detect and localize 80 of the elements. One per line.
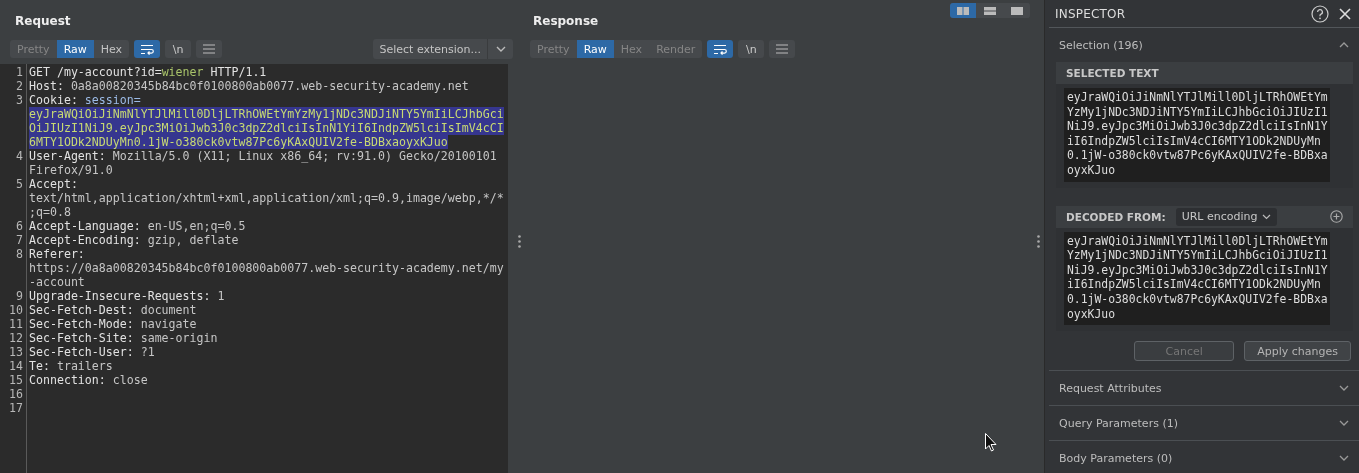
wrap-toggle-button[interactable] xyxy=(134,40,161,58)
line-number: 2 xyxy=(15,79,23,93)
line-number: 7 xyxy=(15,233,23,247)
line-number: 11 xyxy=(8,317,23,331)
code-line: -account xyxy=(29,275,86,289)
code-line: Upgrade-Insecure-Requests: 1 xyxy=(29,289,225,303)
code-line: Accept-Language: en-US,en;q=0.5 xyxy=(29,219,246,233)
line-number: 15 xyxy=(8,373,23,387)
square-icon xyxy=(1011,6,1023,15)
code-line: Connection: close xyxy=(29,373,148,387)
line-number: 14 xyxy=(8,359,23,373)
panel-title: INSPECTOR xyxy=(1055,6,1127,21)
code-line: Accept: xyxy=(29,177,79,191)
code-line: User-Agent: Mozilla/5.0 (X11; Linux x86_64; rv:91.0) Gecko/20100101 xyxy=(29,149,497,163)
newline-toggle-button[interactable]: \n xyxy=(738,40,765,58)
line-number: 17 xyxy=(8,401,23,415)
code-line: text/html,application/xhtml+xml,application/xml;q=0.9,image/webp,*/* xyxy=(29,191,504,205)
line-number: 16 xyxy=(8,387,23,401)
section-header[interactable]: Request Attributes xyxy=(1049,370,1359,406)
view-tab[interactable]: Hex xyxy=(93,40,130,58)
pane-title: Request xyxy=(14,13,72,28)
code-line: ;q=0.8 xyxy=(29,205,72,219)
code-line: Sec-Fetch-Dest: document xyxy=(29,303,197,317)
menu-button[interactable] xyxy=(769,40,796,58)
line-number: 5 xyxy=(15,177,23,191)
rows-icon xyxy=(984,6,996,15)
menu-icon xyxy=(203,44,216,54)
line-number: 6 xyxy=(15,219,23,233)
code-line: Sec-Fetch-Mode: navigate xyxy=(29,317,197,331)
section-header[interactable]: Query Parameters (1) xyxy=(1049,405,1359,441)
line-number: 8 xyxy=(15,247,23,261)
chevron-icon xyxy=(1339,385,1349,392)
code-line: GET /my-account?id=wiener HTTP/1.1 xyxy=(29,65,267,79)
caret-icon xyxy=(495,46,506,52)
chevron-icon xyxy=(1339,42,1349,48)
menu-icon xyxy=(776,44,789,54)
add-icon[interactable] xyxy=(1330,210,1343,224)
chevron-icon xyxy=(1339,420,1349,427)
wrap-icon xyxy=(140,43,155,55)
line-number: 9 xyxy=(15,289,23,303)
line-number: 1 xyxy=(15,65,23,79)
code-line: Sec-Fetch-User: ?1 xyxy=(29,345,155,359)
selected-text-box: eyJraWQiOiJiNmNlYTJlMill0DljLTRhOWEtYmYzMy1jNDc3NDJiNTY5YmIiLCJhbGciOiJIUzI1NiJ9.eyJpc3MiOiJwb3J0c3dpZ2dlciIsInN1YiI6IndpZW5lciIsImV4cCI6MTY1ODk2NDUyMn0.1jW-o380ck0vtw87Pc6yKAxQUIV2fe-BDBxaoyxKJuo xyxy=(1064,88,1330,182)
card-heading: SELECTED TEXT xyxy=(1066,67,1159,79)
decoded-text-box[interactable]: eyJraWQiOiJiNmNlYTJlMill0DljLTRhOWEtYmYzMy1jNDc3NDJiNTY5YmIiLCJhbGciOiJIUzI1NiJ9.eyJpc3MiOiJwb3J0c3dpZ2dlciIsInN1YiI6IndpZW5lciIsImV4cCI6MTY1ODk2NDUyMn0.1jW-o380ck0vtw87Pc6yKAxQUIV2fe-BDBxaoyxKJuo xyxy=(1064,231,1330,326)
line-number: 12 xyxy=(8,331,23,345)
drag-handle-icon[interactable] xyxy=(517,235,521,248)
line-number: 10 xyxy=(8,303,23,317)
drag-handle-icon[interactable] xyxy=(1036,235,1040,248)
apply-button[interactable]: Apply changes xyxy=(1244,341,1351,362)
code-line: Te: trailers xyxy=(29,359,113,373)
code-line: Sec-Fetch-Site: same-origin xyxy=(29,331,218,345)
help-icon[interactable] xyxy=(1311,4,1329,23)
view-tab[interactable]: Raw xyxy=(576,40,614,58)
wrap-icon xyxy=(713,43,728,55)
caret-icon xyxy=(1262,213,1272,220)
pointer-icon xyxy=(985,433,997,452)
code-line: Accept-Encoding: gzip, deflate xyxy=(29,233,239,247)
columns-icon xyxy=(957,6,969,15)
newline-toggle-button[interactable]: \n xyxy=(165,40,192,58)
view-tab[interactable]: Raw xyxy=(56,40,94,58)
line-number: 3 xyxy=(15,93,23,107)
encoding-dropdown[interactable]: URL encoding xyxy=(1175,207,1278,226)
section-header[interactable]: Selection (196) xyxy=(1049,28,1359,62)
code-line: https://0a8a00820345b84bc0f0100800ab0077.web-security-academy.net/my xyxy=(29,261,504,275)
line-number: 13 xyxy=(8,345,23,359)
extension-dropdown[interactable]: Select extension... xyxy=(373,39,513,59)
section-header[interactable]: Body Parameters (0) xyxy=(1049,440,1359,473)
wrap-toggle-button[interactable] xyxy=(707,40,734,58)
line-number: 4 xyxy=(15,149,23,163)
code-line: Firefox/91.0 xyxy=(29,163,114,177)
pane-title: Response xyxy=(532,13,599,28)
code-line: Cookie: session= xyxy=(29,93,142,107)
code-line: Referer: xyxy=(29,247,86,261)
menu-button[interactable] xyxy=(196,40,223,58)
card-heading: DECODED FROM: xyxy=(1066,210,1166,223)
close-icon[interactable] xyxy=(1339,7,1351,20)
layout-button[interactable] xyxy=(950,3,976,18)
code-line: Host: 0a8a00820345b84bc0f0100800ab0077.web-security-academy.net xyxy=(29,79,469,93)
chevron-icon xyxy=(1339,455,1349,462)
